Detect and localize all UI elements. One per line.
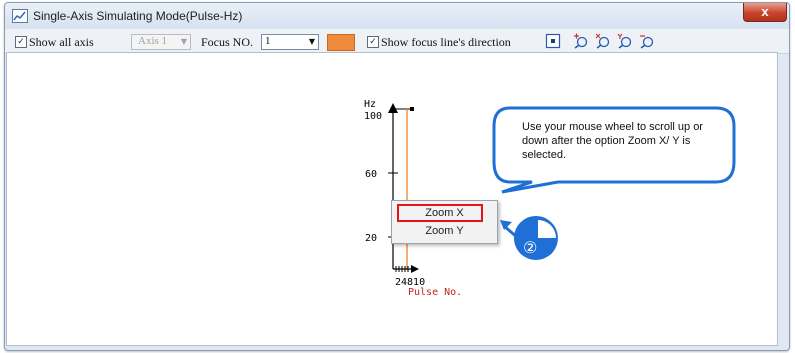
- window-title: Single-Axis Simulating Mode(Pulse-Hz): [33, 9, 243, 23]
- show-all-axis-checkbox[interactable]: ✓: [15, 36, 27, 48]
- step-badge: ②: [500, 208, 562, 270]
- show-all-axis-label: Show all axis: [29, 35, 94, 49]
- zoom-x-icon[interactable]: [595, 33, 611, 49]
- focus-no-value: 1: [265, 35, 271, 47]
- y-tick-label-60: 60: [365, 169, 377, 180]
- zoom-y-icon[interactable]: [617, 33, 633, 49]
- show-direction-checkbox[interactable]: ✓: [367, 36, 379, 48]
- focus-color-swatch[interactable]: [327, 34, 355, 51]
- zoom-in-icon[interactable]: [573, 33, 589, 49]
- focus-no-label: Focus NO.: [201, 35, 254, 49]
- x-axis-arrow: [411, 265, 419, 273]
- callout-text: Use your mouse wheel to scroll up or dow…: [522, 121, 703, 161]
- chart-svg: Hz 100 60 20 24810 Pulse No.: [364, 99, 462, 298]
- zoom-out-icon[interactable]: [639, 33, 655, 49]
- close-button[interactable]: x: [743, 3, 787, 22]
- y-tick-label-100: 100: [364, 111, 382, 122]
- menu-item-zoom-y[interactable]: Zoom Y: [392, 223, 497, 240]
- chevron-down-icon: ▼: [180, 37, 187, 46]
- plot-area[interactable]: Hz 100 60 20 24810 Pulse No.: [6, 52, 778, 346]
- title-bar[interactable]: Single-Axis Simulating Mode(Pulse-Hz) x: [5, 3, 789, 29]
- zoom-x-highlight: [397, 204, 483, 222]
- focus-no-select[interactable]: 1 ▼: [261, 34, 319, 50]
- chart-app-icon: [12, 9, 28, 23]
- y-tick-label-20: 20: [365, 233, 377, 244]
- y-axis-arrow: [388, 103, 398, 113]
- toolbar: ✓ Show all axis Axis 1 ▼ Focus NO. 1 ▼ ✓…: [5, 29, 789, 54]
- axis-select-value: Axis 1: [138, 35, 168, 47]
- y-axis-unit-label: Hz: [364, 99, 376, 110]
- instruction-callout: Use your mouse wheel to scroll up or dow…: [488, 104, 738, 194]
- axis-select[interactable]: Axis 1 ▼: [131, 34, 191, 50]
- chevron-down-icon: ▼: [308, 37, 315, 46]
- x-axis-label: Pulse No.: [408, 287, 462, 298]
- step-number: ②: [523, 238, 538, 257]
- show-direction-label: Show focus line's direction: [381, 35, 511, 49]
- y-axis-top-marker: [410, 107, 414, 111]
- fit-view-icon[interactable]: [545, 33, 561, 49]
